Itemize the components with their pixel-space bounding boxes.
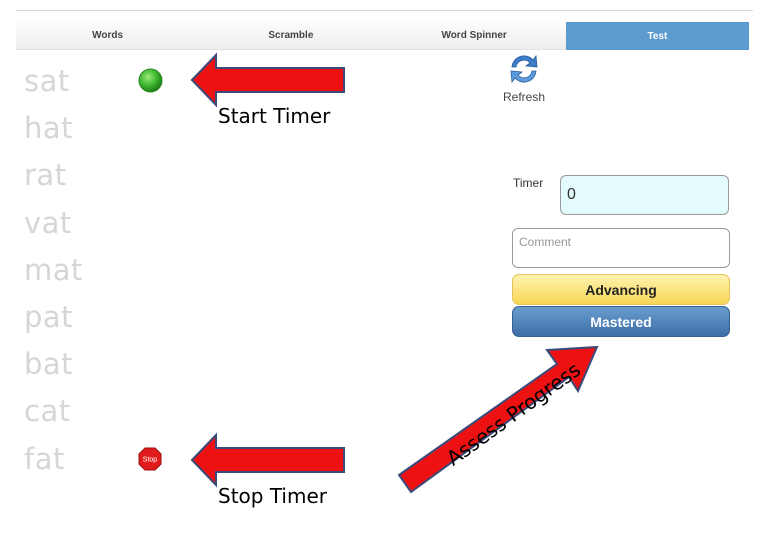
start-timer-arrow — [190, 52, 345, 108]
annotation-layer — [190, 52, 599, 494]
stop-timer-callout: Stop Timer — [218, 484, 327, 508]
stop-timer-arrow — [190, 432, 345, 488]
start-timer-callout: Start Timer — [218, 104, 331, 128]
